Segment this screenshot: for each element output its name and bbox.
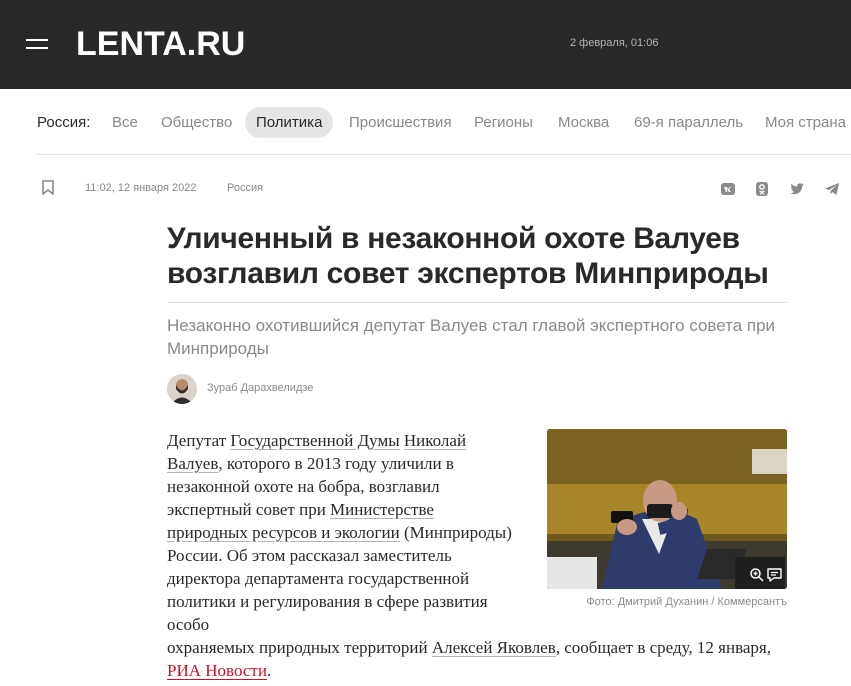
rubric-my-country[interactable]: Моя страна	[765, 114, 846, 131]
rubric-moscow[interactable]: Москва	[558, 114, 609, 131]
article-rubric-link[interactable]: Россия	[227, 182, 263, 194]
rubric-regions[interactable]: Регионы	[474, 114, 533, 131]
rubric-69-parallel[interactable]: 69-я параллель	[634, 114, 743, 131]
article-time: 11:02, 12 января 2022	[85, 182, 197, 194]
bookmark-icon[interactable]	[42, 180, 54, 195]
twitter-icon[interactable]	[789, 181, 805, 197]
author-name[interactable]: Зураб Дарахвелидзе	[207, 382, 313, 394]
article-title: Уличенный в незаконной охоте Валуев возг…	[167, 222, 769, 290]
odnoklassniki-icon[interactable]	[754, 181, 770, 197]
article-body: Депутат Государственной Думы Николай Вал…	[167, 429, 787, 682]
article-lead: Незаконно охотившийся депутат Валуев ста…	[167, 316, 776, 358]
rubric-incidents[interactable]: Происшествия	[349, 114, 452, 131]
vk-icon[interactable]	[720, 181, 736, 197]
author-avatar[interactable]	[167, 374, 197, 404]
divider	[37, 154, 851, 155]
link-state-duma[interactable]: Государственной Думы	[230, 431, 399, 450]
top-bar: LENTA.RU 2 февраля, 01:06	[0, 0, 851, 89]
body-text: Депутат	[167, 431, 231, 450]
rubric-society[interactable]: Общество	[161, 114, 232, 131]
rubric-all[interactable]: Все	[112, 114, 138, 131]
body-text: , сообщает в среду, 12 января,	[555, 638, 771, 657]
body-text: .	[266, 661, 272, 680]
site-logo[interactable]: LENTA.RU	[76, 24, 245, 64]
hamburger-menu-icon[interactable]	[26, 38, 48, 52]
link-aleksey-yakovlev[interactable]: Алексей Яковлев	[432, 638, 556, 657]
rubrics-label: Россия:	[37, 114, 91, 131]
title-divider	[167, 302, 787, 303]
rubrics-nav: Россия: Все Общество Политика Происшеств…	[37, 106, 851, 138]
article-paragraph: Депутат Государственной Думы Николай Вал…	[167, 429, 512, 636]
rubric-politics[interactable]: Политика	[245, 107, 334, 138]
header-date: 2 февраля, 01:06	[570, 37, 659, 49]
link-ria-novosti[interactable]: РИА Новости	[167, 661, 267, 680]
body-text: охраняемых природных территорий	[167, 638, 432, 657]
article-paragraph-continuation: охраняемых природных территорий Алексей …	[167, 636, 787, 682]
telegram-icon[interactable]	[824, 181, 840, 197]
